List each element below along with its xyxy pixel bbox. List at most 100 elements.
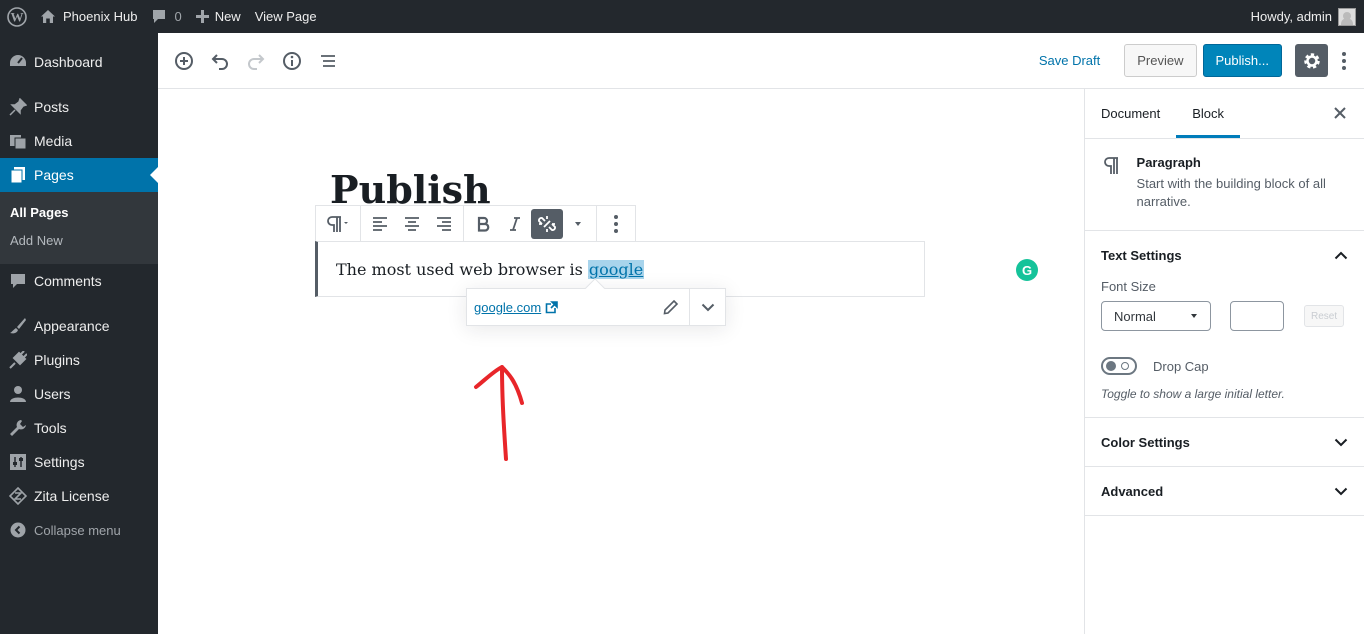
- sidebar-item-posts[interactable]: Posts: [0, 90, 158, 124]
- add-circle-icon: [175, 51, 193, 70]
- more-menu-button[interactable]: [1332, 44, 1356, 77]
- tab-block[interactable]: Block: [1176, 89, 1241, 138]
- brush-icon: [8, 316, 28, 336]
- save-draft-button[interactable]: Save Draft: [1039, 53, 1100, 68]
- bold-button[interactable]: [467, 209, 499, 239]
- unlink-icon: [538, 215, 556, 232]
- advanced-toggle[interactable]: Advanced: [1085, 467, 1364, 515]
- submenu-add-new[interactable]: Add New: [0, 227, 158, 255]
- edit-link-button[interactable]: [653, 289, 689, 325]
- sidebar-item-label: Comments: [34, 273, 102, 289]
- users-icon: [8, 384, 28, 404]
- align-left-button[interactable]: [364, 209, 396, 239]
- drop-cap-toggle[interactable]: [1101, 357, 1137, 375]
- sidebar-item-label: Appearance: [34, 318, 110, 334]
- sidebar-item-dashboard[interactable]: Dashboard: [0, 45, 158, 79]
- link-url[interactable]: google.com: [467, 300, 559, 315]
- drop-cap-row: Drop Cap: [1101, 357, 1348, 375]
- unlink-button[interactable]: [531, 208, 563, 239]
- font-size-reset-button[interactable]: Reset: [1304, 305, 1345, 327]
- submenu-all-pages[interactable]: All Pages: [0, 199, 158, 227]
- new-label: New: [214, 9, 241, 24]
- comments-link[interactable]: 0: [144, 0, 188, 33]
- paragraph-link[interactable]: google: [587, 260, 645, 279]
- format-group: [464, 206, 597, 241]
- link-popover: google.com: [466, 288, 726, 326]
- grammarly-icon[interactable]: G: [1016, 259, 1038, 281]
- collapse-circle-icon: [8, 520, 28, 540]
- add-block-button[interactable]: [166, 43, 202, 79]
- paragraph-icon: [327, 215, 348, 232]
- advanced-panel: Advanced: [1085, 467, 1364, 516]
- redo-button[interactable]: [238, 43, 274, 79]
- collapse-menu-label: Collapse menu: [34, 522, 121, 538]
- paragraph-icon: [1103, 155, 1124, 214]
- color-settings-title: Color Settings: [1101, 434, 1190, 450]
- sidebar-item-appearance[interactable]: Appearance: [0, 309, 158, 343]
- sidebar-item-comments[interactable]: Comments: [0, 264, 158, 298]
- new-content-link[interactable]: New: [189, 0, 248, 33]
- sidebar-item-label: Tools: [34, 420, 67, 436]
- wordpress-logo-icon[interactable]: W: [0, 0, 33, 33]
- sidebar-item-label: Settings: [34, 454, 85, 470]
- text-settings-toggle[interactable]: Text Settings: [1085, 231, 1364, 279]
- info-icon: [283, 51, 301, 70]
- color-settings-toggle[interactable]: Color Settings: [1085, 418, 1364, 466]
- block-more-options-button[interactable]: [600, 209, 632, 239]
- sidebar-item-label: Media: [34, 133, 73, 149]
- content-structure-button[interactable]: [274, 43, 310, 79]
- custom-font-size-input[interactable]: [1230, 301, 1284, 331]
- close-settings-button[interactable]: [1324, 97, 1356, 129]
- annotation-arrow: [474, 365, 524, 461]
- sidebar-item-tools[interactable]: Tools: [0, 411, 158, 445]
- italic-button[interactable]: [499, 209, 531, 239]
- link-settings-toggle[interactable]: [689, 289, 725, 325]
- paragraph-text[interactable]: The most used web browser is google: [336, 260, 645, 279]
- plus-icon: [195, 10, 209, 23]
- more-formats-dropdown[interactable]: [563, 209, 593, 239]
- close-icon: [1334, 107, 1346, 119]
- my-account-link[interactable]: Howdy, admin: [1244, 0, 1364, 33]
- align-right-icon: [437, 216, 451, 231]
- sidebar-item-pages[interactable]: Pages: [0, 158, 158, 192]
- collapse-menu-button[interactable]: Collapse menu: [0, 513, 158, 547]
- font-size-label: Font Size: [1101, 279, 1156, 294]
- align-center-button[interactable]: [396, 209, 428, 239]
- publish-button[interactable]: Publish...: [1202, 44, 1282, 77]
- font-size-select[interactable]: Normal: [1101, 301, 1211, 331]
- font-size-value: Normal: [1114, 308, 1156, 324]
- alignment-group: [361, 206, 464, 241]
- svg-text:W: W: [10, 9, 23, 24]
- undo-button[interactable]: [202, 43, 238, 79]
- editor-header: Save Draft Preview Publish...: [158, 33, 1364, 89]
- site-name-link[interactable]: Phoenix Hub: [33, 0, 144, 33]
- view-page-link[interactable]: View Page: [248, 0, 324, 33]
- italic-icon: [510, 216, 520, 231]
- admin-sidebar: Dashboard Posts Media Pages All Pages Ad…: [0, 33, 158, 634]
- preview-button[interactable]: Preview: [1124, 44, 1197, 77]
- sidebar-item-users[interactable]: Users: [0, 377, 158, 411]
- redo-icon: [248, 53, 265, 70]
- zita-icon: [8, 486, 28, 506]
- editor-canvas: Publish The most used web browser is goo…: [158, 89, 1084, 634]
- settings-toggle-button[interactable]: [1295, 44, 1328, 77]
- pages-icon: [8, 165, 28, 185]
- sidebar-item-plugins[interactable]: Plugins: [0, 343, 158, 377]
- pin-icon: [8, 97, 28, 117]
- header-toolbar: [158, 43, 346, 79]
- sidebar-item-zita-license[interactable]: Zita License: [0, 479, 158, 513]
- sidebar-item-label: Plugins: [34, 352, 80, 368]
- sidebar-item-settings[interactable]: Settings: [0, 445, 158, 479]
- align-center-icon: [405, 216, 419, 231]
- drop-cap-help: Toggle to show a large initial letter.: [1101, 387, 1285, 401]
- tab-document[interactable]: Document: [1085, 89, 1176, 138]
- chevron-down-icon: [1334, 487, 1348, 495]
- comments-icon: [8, 271, 28, 291]
- block-navigation-button[interactable]: [310, 43, 346, 79]
- external-link-icon: [545, 300, 559, 313]
- align-right-button[interactable]: [428, 209, 460, 239]
- sidebar-item-media[interactable]: Media: [0, 124, 158, 158]
- block-switcher-button[interactable]: [319, 209, 357, 239]
- block-card: Paragraph Start with the building block …: [1085, 139, 1364, 231]
- undo-icon: [211, 53, 228, 70]
